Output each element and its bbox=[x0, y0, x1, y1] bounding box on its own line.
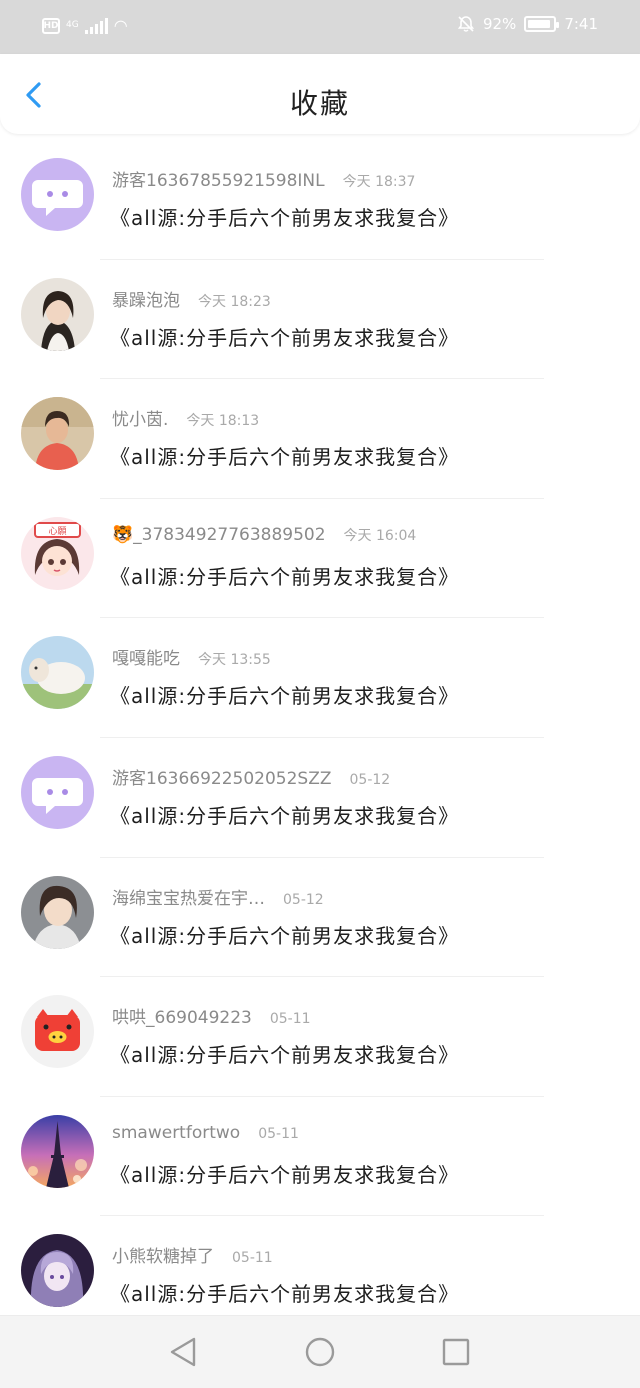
item-meta: 游客16366922502052SZZ 05-12 bbox=[112, 764, 390, 789]
item-meta: 海绵宝宝热爱在宇… 05-12 bbox=[112, 884, 324, 909]
timestamp: 今天 13:55 bbox=[198, 652, 271, 669]
username[interactable]: smawertfortwo bbox=[112, 1123, 240, 1143]
timestamp: 05-11 bbox=[232, 1250, 273, 1267]
message-text[interactable]: 《all源:分手后六个前男友求我复合》 bbox=[110, 1039, 459, 1068]
username[interactable]: 游客16367855921598INL bbox=[112, 166, 325, 191]
avatar[interactable]: 心願 bbox=[21, 516, 94, 590]
avatar-image bbox=[21, 995, 94, 1069]
timestamp: 今天 16:04 bbox=[343, 527, 417, 544]
list-item[interactable]: 暴躁泡泡 今天 18:23 《all源:分手后六个前男友求我复合》 bbox=[0, 260, 640, 380]
timestamp: 05-12 bbox=[349, 771, 391, 788]
item-meta: 忧小茵. 今天 18:13 bbox=[112, 405, 259, 430]
avatar[interactable] bbox=[21, 397, 94, 471]
list-item[interactable]: 海绵宝宝热爱在宇… 05-12 《all源:分手后六个前男友求我复合》 bbox=[0, 858, 640, 978]
home-circle-icon[interactable] bbox=[304, 1336, 336, 1368]
wifi-icon: ◠ bbox=[113, 16, 128, 35]
username[interactable]: 🐯_3783492776388950​2 bbox=[112, 525, 326, 545]
message-text[interactable]: 《all源:分手后六个前男友求我复合》 bbox=[110, 680, 459, 709]
item-meta: 游客16367855921598INL 今天 18:37 bbox=[112, 166, 415, 191]
list-item[interactable]: smawertfortwo 05-11 《all源:分手后六个前男友求我复合》 bbox=[0, 1097, 640, 1217]
list-item[interactable]: 忧小茵. 今天 18:13 《all源:分手后六个前男友求我复合》 bbox=[0, 379, 640, 499]
avatar[interactable] bbox=[21, 995, 94, 1069]
message-text[interactable]: 《all源:分手后六个前男友求我复合》 bbox=[110, 561, 459, 590]
message-text[interactable]: 《all源:分手后六个前男友求我复合》 bbox=[110, 920, 459, 949]
username[interactable]: 小熊软糖掉了 bbox=[112, 1242, 214, 1267]
message-text[interactable]: 《all源:分手后六个前男友求我复合》 bbox=[110, 202, 459, 231]
avatar-image bbox=[21, 158, 94, 231]
list-item[interactable]: 哄哄_669049223 05-11 《all源:分手后六个前男友求我复合》 bbox=[0, 977, 640, 1097]
message-text[interactable]: 《all源:分手后六个前男友求我复合》 bbox=[110, 1278, 459, 1307]
hd-label: HD bbox=[43, 20, 59, 31]
list-item[interactable]: 游客16366922502052SZZ 05-12 《all源:分手后六个前男友求我… bbox=[0, 738, 640, 858]
username[interactable]: 嘎嘎能吃 bbox=[112, 644, 180, 669]
avatar[interactable] bbox=[21, 875, 94, 949]
list-item[interactable]: 游客16367855921598INL 今天 18:37 《all源:分手后六个前男… bbox=[0, 140, 640, 260]
back-triangle-icon[interactable] bbox=[168, 1336, 200, 1368]
message-text[interactable]: 《all源:分手后六个前男友求我复合》 bbox=[110, 1159, 459, 1188]
timestamp: 今天 18:23 bbox=[198, 293, 271, 310]
battery-icon bbox=[524, 16, 560, 32]
avatar[interactable] bbox=[21, 277, 94, 351]
timestamp: 05-11 bbox=[269, 1011, 311, 1028]
clock: 7:41 bbox=[564, 15, 598, 33]
item-meta: 暴躁泡泡 今天 18:23 bbox=[112, 286, 271, 311]
avatar-image bbox=[21, 277, 94, 351]
avatar-image bbox=[21, 636, 94, 710]
username[interactable]: 忧小茵. bbox=[112, 405, 168, 430]
avatar-image: 心願 bbox=[21, 516, 94, 590]
avatar[interactable] bbox=[21, 1234, 94, 1308]
item-meta: smawertfortwo 05-11 bbox=[112, 1123, 299, 1143]
username[interactable]: 海绵宝宝热爱在宇… bbox=[112, 884, 265, 909]
item-meta: 🐯_3783492776388950​2 今天 16:04 bbox=[112, 525, 416, 545]
username[interactable]: 哄哄_669049223 bbox=[112, 1003, 252, 1028]
timestamp: 今天 18:13 bbox=[186, 413, 260, 430]
avatar-image bbox=[21, 755, 94, 829]
signal-icon bbox=[84, 17, 108, 34]
battery-fill bbox=[528, 20, 551, 28]
timestamp: 05-11 bbox=[258, 1125, 299, 1142]
item-meta: 哄哄_669049223 05-11 bbox=[112, 1003, 311, 1028]
battery-percent: 92% bbox=[482, 15, 517, 33]
mute-icon bbox=[457, 16, 475, 32]
avatar[interactable] bbox=[21, 636, 94, 710]
list-item[interactable]: 嘎嘎能吃 今天 13:55 《all源:分手后六个前男友求我复合》 bbox=[0, 618, 640, 738]
item-meta: 嘎嘎能吃 今天 13:55 bbox=[112, 644, 271, 669]
username[interactable]: 游客16366922502052SZZ bbox=[112, 764, 332, 789]
network-label: 4G bbox=[66, 20, 79, 30]
hd-icon: HD bbox=[42, 17, 60, 34]
status-left: HD 4G ◠ bbox=[42, 16, 128, 35]
message-text[interactable]: 《all源:分手后六个前男友求我复合》 bbox=[110, 441, 459, 470]
timestamp: 今天 18:37 bbox=[342, 174, 416, 190]
avatar[interactable] bbox=[21, 1114, 94, 1188]
svg-text:心願: 心願 bbox=[48, 526, 66, 537]
timestamp: 05-12 bbox=[283, 891, 324, 908]
message-text[interactable]: 《all源:分手后六个前男友求我复合》 bbox=[110, 322, 459, 351]
favorites-list: 游客16367855921598INL 今天 18:37 《all源:分手后六个前男… bbox=[0, 140, 640, 1336]
recents-square-icon[interactable] bbox=[440, 1336, 472, 1368]
avatar[interactable] bbox=[21, 755, 94, 829]
avatar-image bbox=[21, 397, 94, 471]
list-item[interactable]: 心願 🐯_3783492776388950​2 今天 16:04 《all源:分手后六… bbox=[0, 499, 640, 619]
avatar[interactable] bbox=[21, 158, 94, 231]
username[interactable]: 暴躁泡泡 bbox=[112, 286, 180, 311]
status-bar: HD 4G ◠ 92% 7:41 bbox=[0, 0, 640, 54]
header: 收藏 bbox=[0, 54, 640, 134]
message-text[interactable]: 《all源:分手后六个前男友求我复合》 bbox=[110, 800, 459, 829]
avatar-image bbox=[21, 875, 94, 949]
page-title: 收藏 bbox=[289, 87, 350, 120]
status-right: 92% 7:41 bbox=[457, 15, 598, 33]
item-meta: 小熊软糖掉了 05-11 bbox=[112, 1242, 273, 1267]
avatar-image bbox=[21, 1234, 94, 1308]
system-nav-bar bbox=[0, 1315, 640, 1388]
avatar-image bbox=[21, 1114, 94, 1188]
